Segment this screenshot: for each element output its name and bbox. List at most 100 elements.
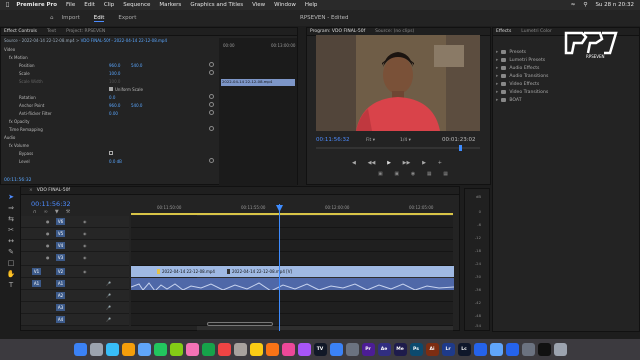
menu-markers[interactable]: Markers [159, 2, 181, 8]
tab-sequence[interactable]: VDO FINAL-50f [37, 188, 70, 193]
dock-app-music[interactable] [281, 343, 295, 356]
fx-item-lumetri-presets[interactable]: ▸ Lumetri Presets [496, 56, 548, 64]
linked-icon[interactable]: ∞ [44, 209, 48, 215]
track-area[interactable] [131, 302, 453, 314]
track-header-v2[interactable]: V1 V2 ◉ [21, 266, 129, 278]
track-header-a3[interactable]: A3 🎤 [21, 302, 129, 314]
rectangle-icon[interactable]: □ [5, 259, 17, 269]
dock-app-ai[interactable]: Ai [425, 343, 439, 356]
dock-app-zoom[interactable] [505, 343, 519, 356]
fx-item-presets[interactable]: ▸ Presets [496, 48, 548, 56]
marker-icon[interactable]: ▼ [55, 209, 59, 215]
menubar-clock[interactable]: Su 28 n 20:32 [595, 2, 634, 8]
dock-app-pr[interactable]: Pr [361, 343, 375, 356]
dock-app-facetime[interactable] [201, 343, 215, 356]
type-tool-icon[interactable]: T [5, 281, 17, 291]
lock-icon[interactable]: ● [46, 255, 50, 260]
ec-opacity[interactable]: fx Opacity [9, 118, 29, 124]
lock-icon[interactable]: ● [46, 243, 50, 248]
reset-icon[interactable] [209, 102, 214, 107]
dock-app-contacts[interactable] [233, 343, 247, 356]
dock-app-ae[interactable]: Ae [377, 343, 391, 356]
ec-uniform-scale[interactable]: Uniform Scale [109, 86, 143, 92]
dock-app-podcasts[interactable] [297, 343, 311, 356]
lock-icon[interactable]: ● [46, 231, 50, 236]
ec-anchor-y[interactable]: 540.0 [131, 103, 142, 108]
fx-item-boat[interactable]: ▸ BOAT [496, 96, 548, 104]
dock-app-trash[interactable] [553, 343, 567, 356]
ec-time-remap[interactable]: Time Remapping [9, 126, 43, 132]
tab-source[interactable]: Source: (no clips) [375, 29, 414, 34]
close-icon[interactable]: × [29, 188, 33, 193]
dock-app-mail[interactable] [137, 343, 151, 356]
bypass-checkbox[interactable] [109, 151, 113, 155]
apple-icon[interactable]:  [6, 2, 9, 8]
dock-app-notes[interactable] [249, 343, 263, 356]
compare-icon[interactable]: ▦ [427, 171, 432, 177]
menu-sequence[interactable]: Sequence [123, 2, 150, 8]
menu-clip[interactable]: Clip [104, 2, 114, 8]
source-patch-v1[interactable]: V1 [32, 268, 41, 275]
workspace-import[interactable]: Import [62, 15, 80, 21]
track-select-icon[interactable]: ⇒ [5, 204, 17, 214]
tab-effect-controls[interactable]: Effect Controls [4, 29, 37, 34]
selection-tool-icon[interactable]: ➤ [5, 193, 17, 203]
dock-app-photos[interactable] [185, 343, 199, 356]
search-icon[interactable]: ⚲ [583, 2, 587, 8]
ec-anchor-x[interactable]: 960.0 [109, 103, 120, 108]
dock-app-files[interactable] [473, 343, 487, 356]
tab-program[interactable]: Program: VDO FINAL-50f [310, 29, 365, 34]
pen-icon[interactable]: ✎ [5, 248, 17, 258]
ec-position-x[interactable]: 960.0 [109, 63, 120, 68]
ec-antiflicker-value[interactable]: 0.00 [109, 111, 118, 116]
dock-app-maps[interactable] [169, 343, 183, 356]
play-icon[interactable]: ▶ [387, 160, 391, 166]
dock-app-launchpad[interactable] [89, 343, 103, 356]
eye-icon[interactable]: ◉ [83, 219, 87, 224]
track-header-v6[interactable]: V6 ● ◉ [21, 216, 129, 228]
razor-icon[interactable]: ✂ [5, 226, 17, 236]
fx-item-video-transitions[interactable]: ▸ Video Transitions [496, 88, 548, 96]
track-area[interactable] [131, 240, 453, 252]
step-back-icon[interactable]: ◀◀ [368, 160, 376, 166]
hand-icon[interactable]: ✋ [5, 270, 17, 280]
dock-app-messages[interactable] [153, 343, 167, 356]
track-area[interactable] [131, 228, 453, 240]
dock-app-calc[interactable] [521, 343, 535, 356]
mark-in-icon[interactable]: ◀ [352, 160, 356, 166]
dock-app-lc[interactable]: Lc [457, 343, 471, 356]
eye-icon[interactable]: ◉ [83, 243, 87, 248]
source-patch-a1[interactable]: A1 [32, 280, 41, 287]
mic-icon[interactable]: 🎤 [106, 317, 111, 322]
dock-app-chrome[interactable] [121, 343, 135, 356]
timeline-scrollbar[interactable] [207, 322, 273, 326]
step-forward-icon[interactable]: ▶▶ [403, 160, 411, 166]
track-header-v4[interactable]: V4 ● ◉ [21, 240, 129, 252]
reset-icon[interactable] [209, 70, 214, 75]
ec-level-value[interactable]: 0.0 dB [109, 159, 122, 164]
mic-icon[interactable]: 🎤 [106, 305, 111, 310]
eye-icon[interactable]: ◉ [83, 231, 87, 236]
home-icon[interactable]: ⌂ [50, 15, 54, 21]
reset-icon[interactable] [209, 126, 214, 131]
monitor-current-time[interactable]: 00:11:56:32 [316, 137, 350, 143]
track-area[interactable] [131, 290, 453, 302]
tab-text[interactable]: Text [47, 29, 56, 34]
workspace-export[interactable]: Export [118, 15, 136, 21]
dock-app-tv[interactable]: TV [313, 343, 327, 356]
vr-icon[interactable]: ▦ [443, 171, 448, 177]
tab-lumetri[interactable]: Lumetri Color [521, 29, 551, 34]
workspace-edit[interactable]: Edit [93, 15, 105, 22]
ripple-edit-icon[interactable]: ⇆ [5, 215, 17, 225]
playhead-line[interactable] [279, 204, 280, 331]
menu-help[interactable]: Help [305, 2, 318, 8]
dock-app-app-store[interactable] [329, 343, 343, 356]
reset-icon[interactable] [209, 158, 214, 163]
video-clip[interactable]: 2022-04-14 22-12-08.mp4 2022-04-14 22-12… [131, 266, 454, 277]
track-area[interactable] [131, 314, 453, 326]
camera-icon[interactable]: ◉ [411, 171, 415, 177]
menu-edit[interactable]: Edit [84, 2, 95, 8]
fx-item-audio-transitions[interactable]: ▸ Audio Transitions [496, 72, 548, 80]
mic-icon[interactable]: 🎤 [106, 293, 111, 298]
track-header-a4[interactable]: A4 🎤 [21, 314, 129, 326]
